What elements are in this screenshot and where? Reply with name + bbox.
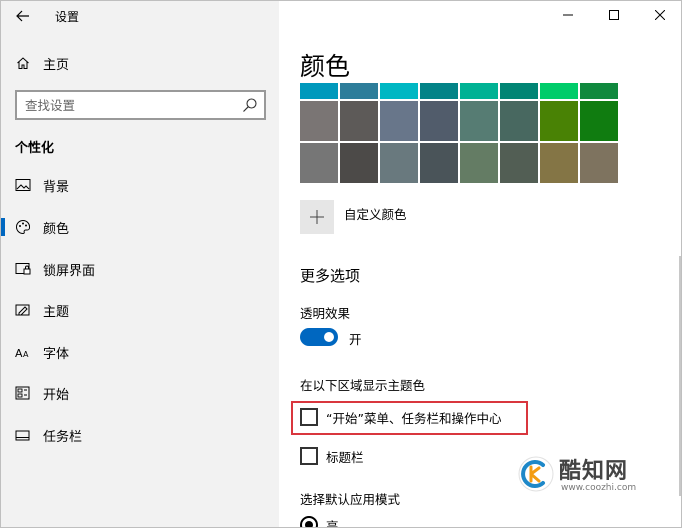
minimize-icon (563, 14, 573, 16)
color-swatch[interactable] (580, 83, 618, 99)
title-bar: 设置 (1, 1, 279, 31)
checkbox-title-bars[interactable]: 标题栏 (300, 446, 364, 466)
accent-surfaces-label: 在以下区域显示主题色 (300, 378, 426, 393)
sidebar-item-background[interactable]: 背景 (1, 167, 279, 203)
back-arrow-icon (16, 10, 29, 22)
sidebar: 设置 主页 个性化 背景 颜色 (1, 1, 279, 527)
color-swatch[interactable] (340, 83, 378, 99)
transparency-state: 开 (349, 332, 362, 347)
color-swatch[interactable] (580, 143, 618, 183)
color-swatch[interactable] (340, 101, 378, 141)
sidebar-item-lock-screen[interactable]: 锁屏界面 (1, 251, 279, 287)
search-input[interactable] (17, 92, 232, 118)
sidebar-item-label: 任务栏 (43, 429, 83, 445)
theme-icon (15, 302, 31, 318)
svg-text:A: A (23, 350, 29, 359)
app-mode-label: 选择默认应用模式 (300, 492, 401, 507)
picture-icon (15, 177, 31, 193)
maximize-icon (609, 10, 619, 20)
color-swatch[interactable] (340, 143, 378, 183)
custom-color-button[interactable] (300, 200, 334, 234)
maximize-button[interactable] (591, 1, 637, 29)
sidebar-item-taskbar[interactable]: 任务栏 (1, 417, 279, 453)
color-swatch[interactable] (380, 143, 418, 183)
swatch-row (300, 143, 618, 183)
sidebar-item-colors[interactable]: 颜色 (1, 209, 279, 245)
radio-label: 亮 (326, 518, 339, 528)
checkbox-box[interactable] (300, 447, 318, 465)
color-swatch[interactable] (420, 143, 458, 183)
svg-text:A: A (15, 347, 23, 359)
start-icon (15, 385, 31, 401)
palette-icon (15, 219, 31, 235)
sidebar-item-label: 开始 (43, 387, 70, 403)
minimize-button[interactable] (545, 1, 591, 29)
radio-button[interactable] (300, 516, 318, 527)
color-swatch[interactable] (460, 101, 498, 141)
color-swatch-grid (300, 83, 618, 185)
color-swatch[interactable] (500, 143, 538, 183)
sidebar-item-label: 字体 (43, 346, 70, 362)
sidebar-item-home[interactable]: 主页 (1, 45, 279, 81)
close-button[interactable] (637, 1, 681, 29)
coozhi-logo-icon (518, 456, 554, 492)
color-swatch[interactable] (420, 83, 458, 99)
swatch-row (300, 101, 618, 141)
search-box (15, 90, 266, 120)
color-swatch[interactable] (380, 83, 418, 99)
page-title: 颜色 (300, 52, 351, 81)
window-controls (545, 1, 681, 29)
color-swatch[interactable] (540, 83, 578, 99)
color-swatch[interactable] (500, 83, 538, 99)
watermark-name: 酷知网 (559, 459, 629, 484)
swatch-row (300, 83, 618, 99)
color-swatch[interactable] (300, 83, 338, 99)
lock-screen-icon (15, 261, 31, 277)
more-options-heading: 更多选项 (300, 267, 361, 285)
sidebar-item-label: 主页 (43, 57, 70, 73)
color-swatch[interactable] (460, 143, 498, 183)
settings-window: 设置 主页 个性化 背景 颜色 (0, 0, 682, 528)
color-swatch[interactable] (540, 143, 578, 183)
color-swatch[interactable] (540, 101, 578, 141)
plus-icon (310, 210, 324, 224)
color-swatch[interactable] (460, 83, 498, 99)
custom-color-label[interactable]: 自定义颜色 (344, 204, 407, 223)
checkbox-start-taskbar[interactable]: “开始”菜单、任务栏和操作中心 (300, 407, 501, 427)
checkbox-box[interactable] (300, 408, 318, 426)
back-button[interactable] (9, 5, 37, 27)
app-title: 设置 (55, 10, 80, 24)
sidebar-item-label: 背景 (43, 179, 70, 195)
radio-light-mode[interactable]: 亮 (300, 515, 339, 528)
sidebar-item-label: 主题 (43, 304, 70, 320)
toggle-knob (324, 332, 334, 342)
taskbar-icon (15, 427, 31, 443)
sidebar-item-label: 锁屏界面 (43, 263, 96, 279)
font-icon: AA (15, 344, 31, 360)
color-swatch[interactable] (380, 101, 418, 141)
sidebar-item-start[interactable]: 开始 (1, 375, 279, 411)
color-swatch[interactable] (300, 101, 338, 141)
search-icon[interactable] (242, 97, 258, 113)
section-title: 个性化 (15, 141, 55, 156)
sidebar-item-fonts[interactable]: AA 字体 (1, 334, 279, 370)
color-swatch[interactable] (580, 101, 618, 141)
scrollbar[interactable] (679, 256, 681, 496)
color-swatch[interactable] (420, 101, 458, 141)
transparency-label: 透明效果 (300, 306, 351, 321)
color-swatch[interactable] (300, 143, 338, 183)
close-icon (655, 10, 665, 20)
home-icon (15, 55, 31, 71)
sidebar-item-themes[interactable]: 主题 (1, 292, 279, 328)
color-swatch[interactable] (500, 101, 538, 141)
watermark: 酷知网 www.coozhi.com (507, 449, 675, 501)
transparency-toggle[interactable] (300, 328, 338, 346)
sidebar-item-label: 颜色 (43, 221, 70, 237)
watermark-url: www.coozhi.com (561, 483, 637, 493)
checkbox-label: 标题栏 (326, 449, 364, 465)
checkbox-label: “开始”菜单、任务栏和操作中心 (326, 410, 502, 426)
